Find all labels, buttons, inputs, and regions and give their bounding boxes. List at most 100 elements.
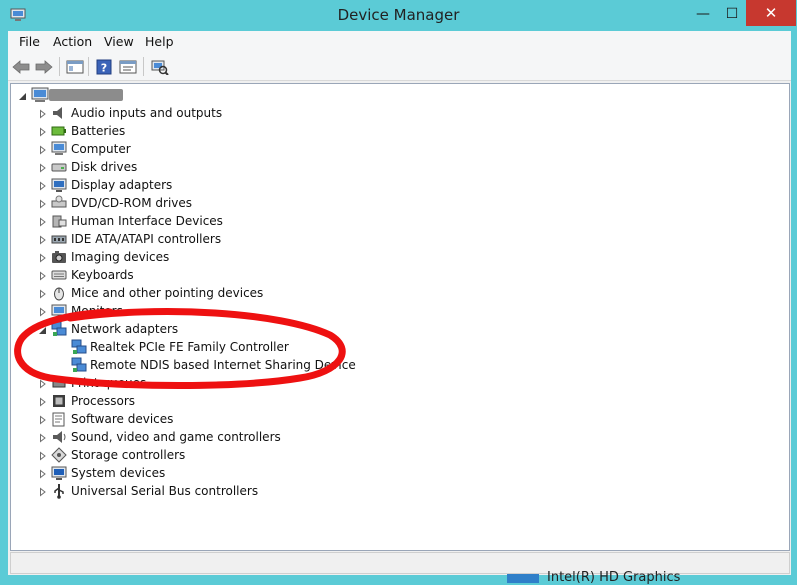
monitor-icon (51, 303, 67, 319)
forward-arrow-icon[interactable] (34, 57, 54, 76)
tree-item-label: Remote NDIS based Internet Sharing Devic… (90, 358, 356, 372)
tree-item-sound-video-and-game-controllers[interactable]: Sound, video and game controllers (11, 428, 331, 446)
tree-item-label: Disk drives (71, 160, 138, 174)
expand-arrow-icon[interactable] (39, 198, 47, 209)
expand-arrow-icon[interactable] (39, 396, 47, 407)
expand-arrow-icon[interactable] (39, 234, 47, 245)
expand-arrow-icon[interactable] (39, 270, 47, 281)
collapse-arrow-icon[interactable] (39, 324, 47, 334)
tree-item-ide-ata-atapi-controllers[interactable]: IDE ATA/ATAPI controllers (11, 230, 331, 248)
tree-item-software-devices[interactable]: Software devices (11, 410, 331, 428)
computer-name-redacted (49, 89, 123, 101)
tree-item-system-devices[interactable]: System devices (11, 464, 331, 482)
expand-arrow-icon[interactable] (39, 180, 47, 191)
scan-hardware-icon[interactable] (150, 57, 170, 76)
tree-item-label: Sound, video and game controllers (71, 430, 281, 444)
tree-item-label: Universal Serial Bus controllers (71, 484, 259, 498)
expand-arrow-icon[interactable] (39, 486, 47, 497)
expand-arrow-icon[interactable] (39, 468, 47, 479)
expand-arrow-icon[interactable] (39, 108, 47, 119)
tree-item-label: Imaging devices (71, 250, 170, 264)
expand-arrow-icon[interactable] (39, 414, 47, 425)
tree-item-universal-serial-bus-controllers[interactable]: Universal Serial Bus controllers (11, 482, 331, 500)
tree-item-label: Print queues (71, 376, 147, 390)
network-adapter-icon (71, 339, 87, 355)
keyboard-icon (51, 267, 67, 283)
tree-item-disk-drives[interactable]: Disk drives (11, 158, 331, 176)
tree-item-print-queues[interactable]: Print queues (11, 374, 331, 392)
tree-item-processors[interactable]: Processors (11, 392, 331, 410)
expand-arrow-icon[interactable] (39, 144, 47, 155)
camera-icon (51, 249, 67, 265)
device-tree[interactable]: Audio inputs and outputs Batteries Compute… (10, 83, 790, 551)
expand-arrow-icon[interactable] (39, 162, 47, 173)
tree-item-mice-and-other-pointing-devices[interactable]: Mice and other pointing devices (11, 284, 331, 302)
system-devices-icon (51, 465, 67, 481)
menu-action[interactable]: Action (53, 34, 92, 49)
expand-arrow-icon[interactable] (39, 432, 47, 443)
menu-view[interactable]: View (104, 34, 134, 49)
computer-icon (51, 141, 67, 157)
expand-arrow-icon[interactable] (39, 288, 47, 299)
expand-arrow-icon[interactable] (39, 378, 47, 389)
expand-arrow-icon[interactable] (39, 126, 47, 137)
usb-icon (51, 483, 67, 499)
tree-item-display-adapters[interactable]: Display adapters (11, 176, 331, 194)
printer-icon (51, 375, 67, 391)
hid-icon (51, 213, 67, 229)
expand-arrow-icon[interactable] (39, 306, 47, 317)
tree-item-keyboards[interactable]: Keyboards (11, 266, 331, 284)
expand-arrow-icon[interactable] (39, 216, 47, 227)
toolbar-separator (88, 57, 89, 76)
tree-item-realtek-pcie-fe-family-controller[interactable]: Realtek PCIe FE Family Controller (11, 338, 351, 356)
tree-item-network-adapters[interactable]: Network adapters (11, 320, 331, 338)
tree-item-label: Batteries (71, 124, 126, 138)
display-adapter-icon (51, 177, 67, 193)
tree-item-monitors[interactable]: Monitors (11, 302, 331, 320)
toolbar-separator (59, 57, 60, 76)
menu-file[interactable]: File (19, 34, 40, 49)
maximize-button[interactable]: ☐ (718, 2, 746, 26)
toolbar: ? (8, 53, 791, 81)
tree-item-label: Keyboards (71, 268, 134, 282)
tree-item-remote-ndis-based-internet-sharing-device[interactable]: Remote NDIS based Internet Sharing Devic… (11, 356, 356, 374)
title-bar[interactable]: Device Manager — ☐ ✕ (0, 0, 797, 31)
expand-arrow-icon[interactable] (39, 252, 47, 263)
client-area: File Action View Help ? Audio inputs and… (8, 31, 791, 575)
tree-item-human-interface-devices[interactable]: Human Interface Devices (11, 212, 331, 230)
menu-help[interactable]: Help (145, 34, 174, 49)
close-button[interactable]: ✕ (746, 0, 796, 26)
tree-item-computer[interactable]: Computer (11, 140, 331, 158)
tree-item-storage-controllers[interactable]: Storage controllers (11, 446, 331, 464)
svg-text:?: ? (101, 61, 107, 74)
show-hide-console-tree-icon[interactable] (65, 57, 85, 76)
collapse-arrow-icon[interactable] (19, 90, 27, 100)
tree-item-dvd-cd-rom-drives[interactable]: DVD/CD-ROM drives (11, 194, 331, 212)
minimize-button[interactable]: — (688, 2, 718, 26)
tree-item-label: Processors (71, 394, 136, 408)
expand-arrow-icon[interactable] (39, 450, 47, 461)
tree-item-label: System devices (71, 466, 166, 480)
ide-controller-icon (51, 231, 67, 247)
properties-icon[interactable] (118, 57, 138, 76)
tree-item-imaging-devices[interactable]: Imaging devices (11, 248, 331, 266)
storage-controller-icon (51, 447, 67, 463)
tree-item-label: Monitors (71, 304, 123, 318)
tree-item-label: Display adapters (71, 178, 173, 192)
help-icon[interactable]: ? (94, 57, 114, 76)
tree-item-label: Network adapters (71, 322, 179, 336)
tree-root-node[interactable] (11, 86, 211, 104)
tree-item-batteries[interactable]: Batteries (11, 122, 331, 140)
tree-item-label: DVD/CD-ROM drives (71, 196, 193, 210)
tree-item-audio-inputs-and-outputs[interactable]: Audio inputs and outputs (11, 104, 331, 122)
software-device-icon (51, 411, 67, 427)
tree-item-label: Storage controllers (71, 448, 186, 462)
tree-item-label: Audio inputs and outputs (71, 106, 223, 120)
tree-item-label: Mice and other pointing devices (71, 286, 264, 300)
tree-item-label: Realtek PCIe FE Family Controller (90, 340, 289, 354)
network-adapter-icon (51, 321, 67, 337)
back-arrow-icon[interactable] (11, 57, 31, 76)
device-manager-window: Device Manager — ☐ ✕ File Action View He… (0, 0, 797, 585)
tree-item-label: Human Interface Devices (71, 214, 223, 228)
dvd-drive-icon (51, 195, 67, 211)
